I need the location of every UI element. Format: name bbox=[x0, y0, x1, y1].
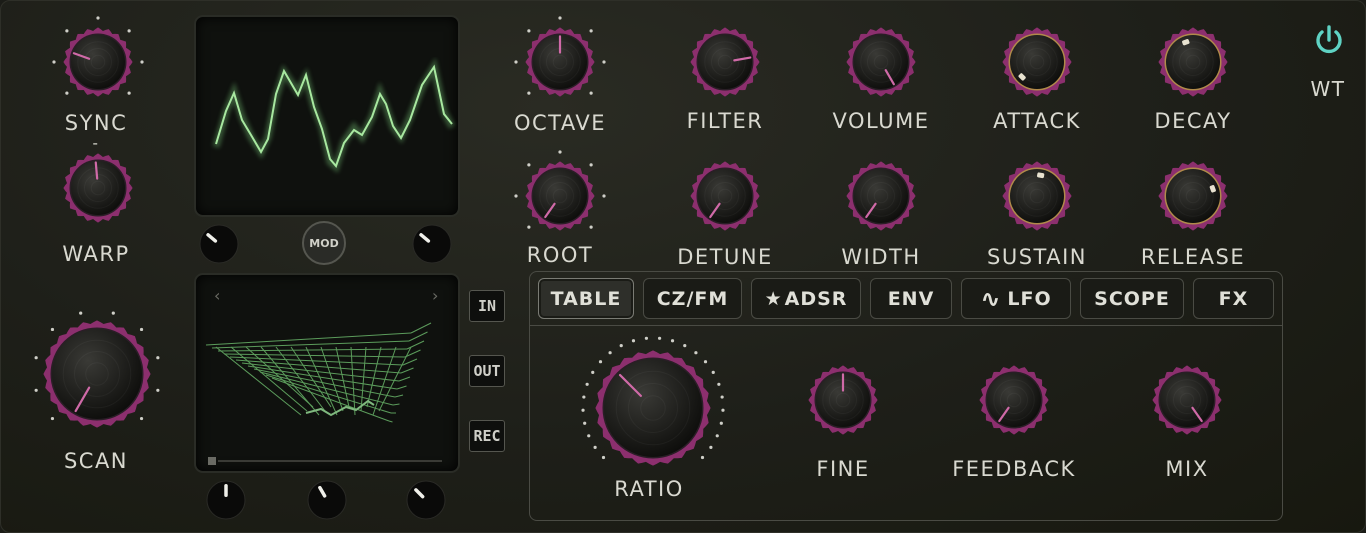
table-prev-icon[interactable]: ‹ bbox=[214, 286, 220, 305]
mod-button[interactable]: MOD bbox=[302, 221, 346, 265]
power-label: WT bbox=[1310, 77, 1346, 101]
fine-knob[interactable] bbox=[796, 353, 890, 447]
synth-panel: SYNC - WARP SCAN MOD ‹ › IN OUT REC OCTA… bbox=[0, 0, 1366, 533]
feedback-label: FEEDBACK bbox=[952, 457, 1076, 481]
tab-adsr[interactable]: ★ ADSR bbox=[751, 278, 861, 319]
detune-label: DETUNE bbox=[677, 245, 773, 269]
tab-lfo-label: LFO bbox=[1007, 287, 1052, 310]
out-button[interactable]: OUT bbox=[469, 355, 505, 387]
tab-env[interactable]: ENV bbox=[870, 278, 952, 319]
table-small-knob-3[interactable] bbox=[405, 479, 447, 521]
octave-knob[interactable] bbox=[513, 15, 607, 109]
volume-label: VOLUME bbox=[832, 109, 930, 133]
scan-position-marker bbox=[208, 457, 216, 465]
release-knob[interactable] bbox=[1146, 149, 1240, 243]
sustain-label: SUSTAIN bbox=[987, 245, 1087, 269]
waveform-display bbox=[194, 15, 460, 217]
power-icon bbox=[1316, 25, 1342, 54]
star-icon: ★ bbox=[764, 287, 783, 310]
tab-lfo[interactable]: ∿ LFO bbox=[961, 278, 1071, 319]
filter-label: FILTER bbox=[686, 109, 764, 133]
sync-knob[interactable] bbox=[51, 15, 145, 109]
table-small-knob-2[interactable] bbox=[306, 479, 348, 521]
ratio-label: RATIO bbox=[614, 477, 684, 501]
detune-knob[interactable] bbox=[678, 149, 772, 243]
table-next-icon[interactable]: › bbox=[432, 286, 438, 305]
wave-small-knob-right[interactable] bbox=[411, 223, 453, 265]
wavetable-graph: ‹ › bbox=[205, 286, 442, 465]
width-label: WIDTH bbox=[841, 245, 921, 269]
tab-fx[interactable]: FX bbox=[1193, 278, 1274, 319]
filter-knob[interactable] bbox=[678, 15, 772, 109]
wavetable-display: ‹ › bbox=[194, 273, 460, 473]
wave-small-knob-left[interactable] bbox=[198, 223, 240, 265]
mix-knob[interactable] bbox=[1140, 353, 1234, 447]
root-label: ROOT bbox=[526, 243, 594, 267]
fine-label: FINE bbox=[816, 457, 870, 481]
tab-divider bbox=[530, 325, 1282, 326]
root-knob[interactable] bbox=[513, 149, 607, 243]
in-button[interactable]: IN bbox=[469, 290, 505, 322]
warp-label: WARP bbox=[62, 242, 130, 266]
tab-adsr-label: ADSR bbox=[784, 287, 848, 310]
scan-label: SCAN bbox=[63, 449, 129, 473]
table-small-knob-1[interactable] bbox=[205, 479, 247, 521]
octave-label: OCTAVE bbox=[513, 111, 607, 135]
release-label: RELEASE bbox=[1140, 245, 1246, 269]
sustain-knob[interactable] bbox=[990, 149, 1084, 243]
attack-knob[interactable] bbox=[990, 15, 1084, 109]
width-knob[interactable] bbox=[834, 149, 928, 243]
tab-scope[interactable]: SCOPE bbox=[1080, 278, 1184, 319]
ratio-knob[interactable] bbox=[579, 334, 727, 482]
decay-knob[interactable] bbox=[1146, 15, 1240, 109]
decay-label: DECAY bbox=[1154, 109, 1232, 133]
attack-label: ATTACK bbox=[993, 109, 1081, 133]
tab-czfm[interactable]: CZ/FM bbox=[643, 278, 742, 319]
volume-knob[interactable] bbox=[834, 15, 928, 109]
waveform-trace bbox=[212, 57, 456, 174]
tab-table[interactable]: TABLE bbox=[538, 278, 634, 319]
sync-label: SYNC bbox=[64, 111, 128, 135]
power-button[interactable] bbox=[1312, 23, 1346, 57]
rec-button[interactable]: REC bbox=[469, 420, 505, 452]
mix-label: MIX bbox=[1165, 457, 1209, 481]
feedback-knob[interactable] bbox=[967, 353, 1061, 447]
sine-wave-icon: ∿ bbox=[980, 284, 1002, 313]
warp-knob[interactable] bbox=[51, 141, 145, 235]
scan-knob[interactable] bbox=[29, 306, 165, 442]
